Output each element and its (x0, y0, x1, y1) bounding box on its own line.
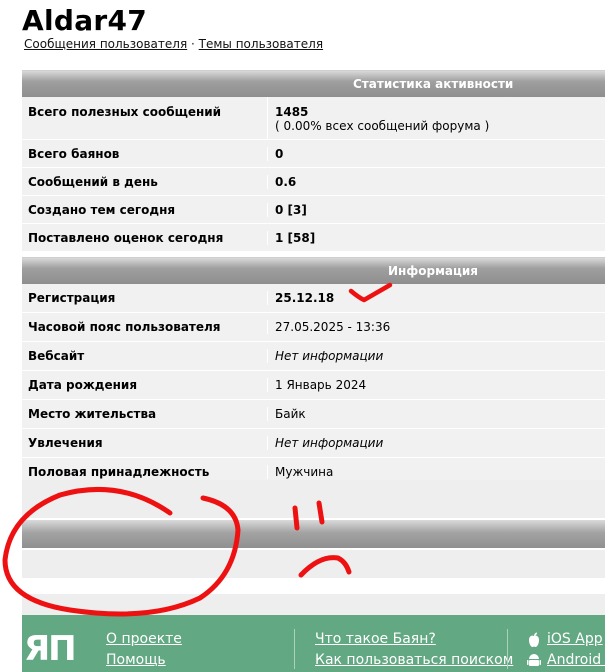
android-app-link[interactable]: Android A (547, 652, 605, 668)
ios-app-link[interactable]: iOS App (547, 631, 603, 647)
stats-value: 0 (275, 146, 284, 161)
stats-header: Статистика активности (22, 71, 605, 97)
user-links: Сообщения пользователя · Темы пользовате… (24, 37, 323, 51)
info-label: Увлечения (22, 436, 268, 450)
stats-value: 0.6 (275, 174, 297, 189)
stats-value: 0 [3] (275, 202, 307, 217)
footer-divider (507, 629, 508, 669)
info-label: Половая принадлежность (22, 465, 268, 479)
info-value: 25.12.18 (275, 291, 335, 305)
user-posts-link[interactable]: Сообщения пользователя (24, 37, 187, 51)
search-help-link[interactable]: Как пользоваться поиском (315, 652, 513, 668)
what-is-bayan-link[interactable]: Что такое Баян? (315, 631, 436, 647)
stats-label: Создано тем сегодня (22, 202, 268, 217)
footer-divider (294, 629, 295, 669)
info-row-birthday: Дата рождения 1 Январь 2024 (22, 371, 605, 400)
empty-panel-row (22, 550, 605, 578)
empty-panel-header (22, 520, 605, 548)
info-value: Байк (275, 407, 306, 421)
stats-row-per-day: Сообщений в день 0.6 (22, 168, 605, 196)
info-value: Нет информации (275, 436, 384, 450)
info-value: 1 Январь 2024 (275, 378, 367, 392)
info-row-location: Место жительства Байк (22, 400, 605, 429)
info-value: Мужчина (275, 465, 334, 479)
android-icon (527, 654, 541, 666)
site-footer: ЯП О проекте Помощь Что такое Баян? Как … (22, 615, 605, 672)
info-value: Нет информации (275, 349, 384, 363)
info-row-website: Вебсайт Нет информации (22, 342, 605, 371)
stats-row-posts: Всего полезных сообщений 1485 ( 0.00% вс… (22, 97, 605, 140)
about-link[interactable]: О проекте (106, 631, 182, 647)
stats-row-ratings-today: Поставлено оценок сегодня 1 [58] (22, 224, 605, 252)
posts-count: 1485 (275, 105, 309, 119)
stats-row-bayans: Всего баянов 0 (22, 140, 605, 168)
info-row-timezone: Часовой пояс пользователя 27.05.2025 - 1… (22, 313, 605, 342)
stats-label: Всего баянов (22, 146, 268, 161)
stats-label: Сообщений в день (22, 174, 268, 189)
info-label: Место жительства (22, 407, 268, 421)
activity-stats-panel: Статистика активности Всего полезных соо… (22, 70, 605, 252)
page-title: Aldar47 (22, 4, 148, 37)
info-heading: Информация (388, 264, 478, 278)
stats-label: Всего полезных сообщений (22, 97, 268, 139)
info-label: Дата рождения (22, 378, 268, 392)
stats-label: Поставлено оценок сегодня (22, 230, 268, 245)
info-row-interests: Увлечения Нет информации (22, 429, 605, 458)
info-label: Часовой пояс пользователя (22, 320, 268, 334)
info-label: Регистрация (22, 291, 268, 305)
info-panel: Информация Регистрация 25.12.18 Часовой … (22, 257, 605, 481)
info-value: 27.05.2025 - 13:36 (275, 320, 391, 334)
stats-value: 1485 ( 0.00% всех сообщений форума ) (268, 97, 605, 139)
stats-row-topics-today: Создано тем сегодня 0 [3] (22, 196, 605, 224)
posts-share: ( 0.00% всех сообщений форума ) (275, 119, 490, 133)
stats-value: 1 [58] (275, 230, 316, 245)
link-separator: · (191, 37, 195, 51)
stats-heading: Статистика активности (353, 77, 514, 91)
info-header: Информация (22, 258, 605, 284)
footer-spacer (22, 594, 605, 615)
empty-panel-top (22, 480, 605, 518)
apple-icon (529, 632, 539, 647)
info-label: Вебсайт (22, 349, 268, 363)
site-logo[interactable]: ЯП (24, 629, 77, 669)
user-topics-link[interactable]: Темы пользователя (199, 37, 323, 51)
info-row-registration: Регистрация 25.12.18 (22, 284, 605, 313)
help-link[interactable]: Помощь (106, 652, 166, 668)
